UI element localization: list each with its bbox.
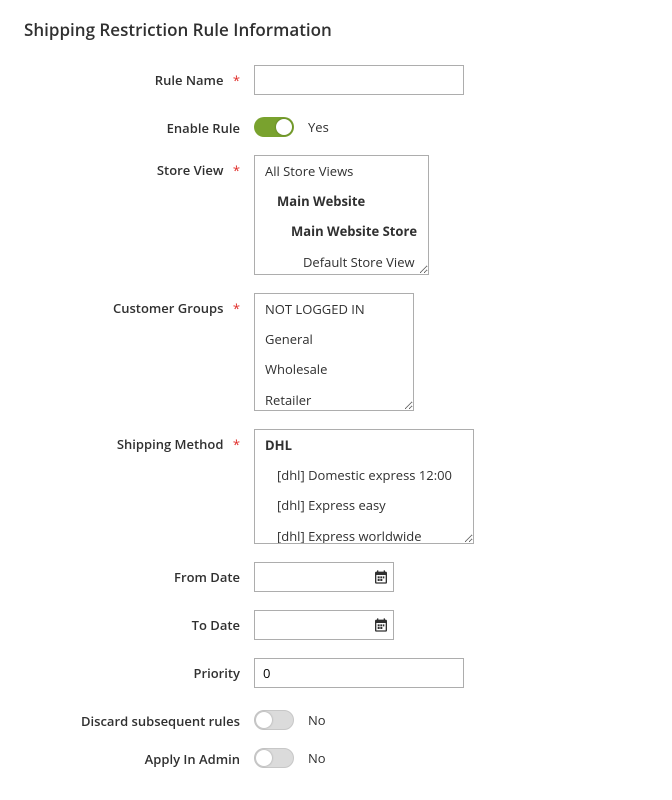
apply-admin-toggle[interactable] bbox=[254, 748, 294, 768]
shipping-method-listbox[interactable]: DHL[dhl] Domestic express 12:00[dhl] Exp… bbox=[254, 429, 474, 544]
label-from-date: From Date bbox=[24, 562, 254, 586]
label-text: Apply In Admin bbox=[145, 750, 240, 768]
apply-admin-value: No bbox=[308, 749, 326, 767]
label-customer-groups: Customer Groups * bbox=[24, 293, 254, 317]
row-customer-groups: Customer Groups * NOT LOGGED INGeneralWh… bbox=[24, 293, 648, 411]
label-rule-name: Rule Name * bbox=[24, 65, 254, 89]
list-item[interactable]: Retailer bbox=[255, 385, 413, 411]
row-to-date: To Date bbox=[24, 610, 648, 640]
rule-name-input[interactable] bbox=[254, 65, 464, 95]
row-rule-name: Rule Name * bbox=[24, 65, 648, 95]
row-priority: Priority bbox=[24, 658, 648, 688]
list-item[interactable]: [dhl] Express easy bbox=[255, 490, 473, 520]
list-item[interactable]: NOT LOGGED IN bbox=[255, 294, 413, 324]
from-date-input[interactable] bbox=[255, 563, 369, 591]
label-text: To Date bbox=[192, 616, 240, 634]
list-item[interactable]: Default Store View bbox=[255, 247, 428, 275]
list-item[interactable]: Main Website Store bbox=[255, 216, 428, 246]
label-discard: Discard subsequent rules bbox=[24, 706, 254, 730]
required-marker: * bbox=[233, 161, 240, 179]
priority-input[interactable] bbox=[254, 658, 464, 688]
row-shipping-method: Shipping Method * DHL[dhl] Domestic expr… bbox=[24, 429, 648, 544]
required-marker: * bbox=[233, 435, 240, 453]
label-text: Store View bbox=[157, 161, 224, 179]
label-text: Customer Groups bbox=[113, 299, 223, 317]
required-marker: * bbox=[233, 71, 240, 89]
calendar-icon[interactable] bbox=[369, 569, 393, 585]
list-item[interactable]: Wholesale bbox=[255, 354, 413, 384]
label-priority: Priority bbox=[24, 658, 254, 682]
label-to-date: To Date bbox=[24, 610, 254, 634]
to-date-field bbox=[254, 610, 394, 640]
to-date-input[interactable] bbox=[255, 611, 369, 639]
list-item[interactable]: All Store Views bbox=[255, 156, 428, 186]
label-apply-admin: Apply In Admin bbox=[24, 744, 254, 768]
list-item[interactable]: Main Website bbox=[255, 186, 428, 216]
list-item[interactable]: General bbox=[255, 324, 413, 354]
section-title: Shipping Restriction Rule Information bbox=[24, 18, 648, 41]
label-text: From Date bbox=[174, 568, 240, 586]
row-enable-rule: Enable Rule Yes bbox=[24, 113, 648, 137]
calendar-icon[interactable] bbox=[369, 617, 393, 633]
list-item[interactable]: DHL bbox=[255, 430, 473, 460]
from-date-field bbox=[254, 562, 394, 592]
label-text: Enable Rule bbox=[167, 119, 240, 137]
label-text: Priority bbox=[194, 664, 241, 682]
label-enable-rule: Enable Rule bbox=[24, 113, 254, 137]
row-discard: Discard subsequent rules No bbox=[24, 706, 648, 730]
list-item[interactable]: [dhl] Domestic express 12:00 bbox=[255, 460, 473, 490]
label-text: Rule Name bbox=[155, 71, 224, 89]
enable-rule-value: Yes bbox=[308, 118, 329, 136]
list-item[interactable]: [dhl] Express worldwide bbox=[255, 521, 473, 544]
customer-groups-listbox[interactable]: NOT LOGGED INGeneralWholesaleRetailer bbox=[254, 293, 414, 411]
enable-rule-toggle[interactable] bbox=[254, 117, 294, 137]
discard-value: No bbox=[308, 711, 326, 729]
row-apply-admin: Apply In Admin No bbox=[24, 744, 648, 768]
row-store-view: Store View * All Store ViewsMain Website… bbox=[24, 155, 648, 275]
label-text: Discard subsequent rules bbox=[81, 712, 240, 730]
required-marker: * bbox=[233, 299, 240, 317]
discard-toggle[interactable] bbox=[254, 710, 294, 730]
row-from-date: From Date bbox=[24, 562, 648, 592]
store-view-listbox[interactable]: All Store ViewsMain WebsiteMain Website … bbox=[254, 155, 429, 275]
label-text: Shipping Method bbox=[117, 435, 224, 453]
label-store-view: Store View * bbox=[24, 155, 254, 179]
label-shipping-method: Shipping Method * bbox=[24, 429, 254, 453]
